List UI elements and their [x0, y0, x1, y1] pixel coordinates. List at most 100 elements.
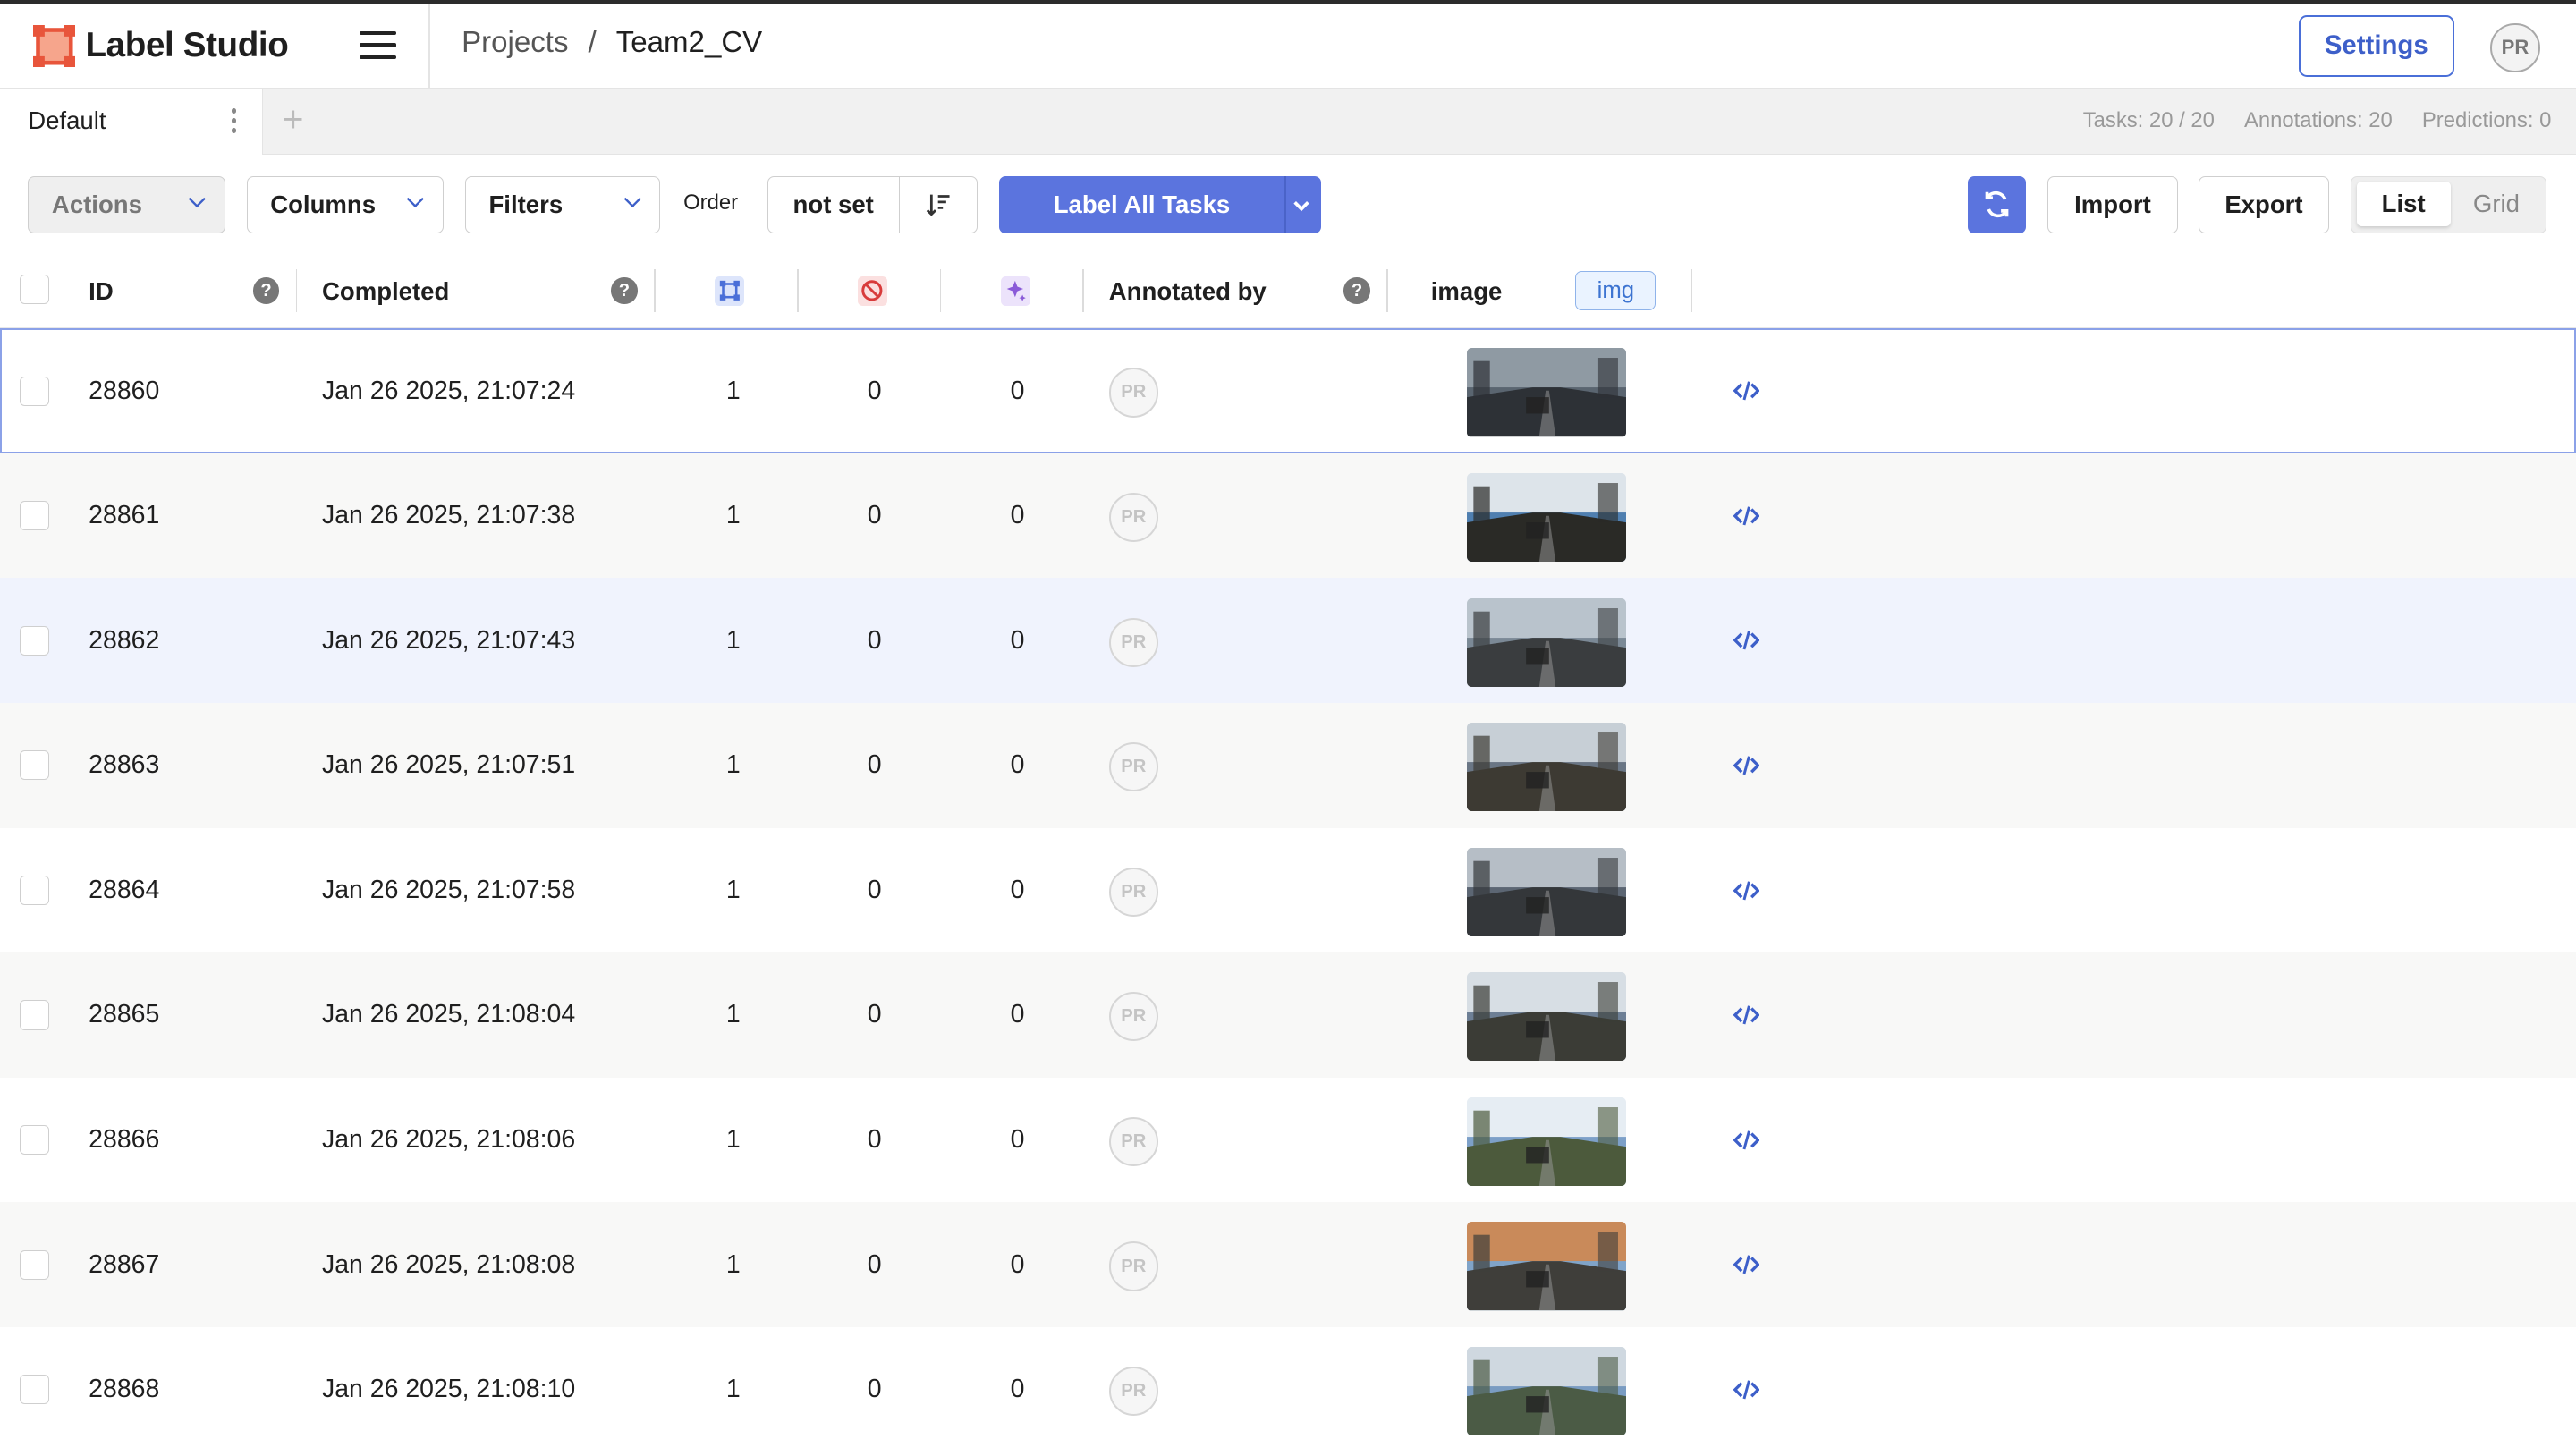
task-image-thumbnail[interactable] — [1467, 348, 1627, 437]
task-image-thumbnail[interactable] — [1467, 472, 1627, 563]
annotator-avatar[interactable]: PR — [1108, 1367, 1158, 1417]
code-icon[interactable] — [1733, 1003, 1760, 1027]
list-view-button[interactable]: List — [2356, 182, 2451, 226]
annotator-avatar[interactable]: PR — [1108, 617, 1158, 667]
task-id: 28861 — [89, 501, 160, 530]
import-button[interactable]: Import — [2046, 175, 2179, 233]
task-image-thumbnail[interactable] — [1467, 1222, 1627, 1311]
column-divider[interactable] — [1082, 269, 1085, 312]
row-checkbox[interactable] — [20, 1375, 50, 1405]
annotator-avatar[interactable]: PR — [1108, 368, 1158, 418]
columns-button[interactable]: Columns — [246, 175, 444, 233]
label-all-tasks-button[interactable]: Label All Tasks — [998, 175, 1321, 233]
task-image-thumbnail[interactable] — [1467, 1096, 1627, 1186]
cancelled-count: 0 — [867, 1375, 882, 1404]
row-checkbox[interactable] — [20, 1125, 50, 1155]
cancelled-icon[interactable] — [857, 275, 887, 306]
column-divider[interactable] — [939, 269, 942, 312]
cancelled-count: 0 — [867, 376, 882, 405]
table-row[interactable]: 28866 Jan 26 2025, 21:08:06 1 0 0 PR — [0, 1078, 2576, 1203]
grid-view-button[interactable]: Grid — [2453, 182, 2539, 226]
task-image-thumbnail[interactable] — [1467, 972, 1627, 1062]
plus-icon[interactable]: + — [283, 98, 304, 140]
table-row[interactable]: 28861 Jan 26 2025, 21:07:38 1 0 0 PR — [0, 453, 2576, 579]
row-checkbox[interactable] — [20, 875, 50, 905]
task-image-thumbnail[interactable] — [1467, 1346, 1627, 1436]
settings-button[interactable]: Settings — [2298, 14, 2455, 78]
task-image-thumbnail[interactable] — [1467, 723, 1627, 812]
chevron-down-icon — [623, 190, 641, 207]
annotator-avatar[interactable]: PR — [1108, 742, 1158, 792]
column-divider[interactable] — [1690, 269, 1692, 312]
annotations-count-icon[interactable] — [714, 275, 744, 306]
filters-button[interactable]: Filters — [464, 175, 661, 233]
cancelled-count: 0 — [867, 501, 882, 530]
predictions-icon[interactable] — [1000, 275, 1030, 306]
task-id: 28862 — [89, 625, 160, 655]
tab-bar: Default + Tasks: 20 / 20 Annotations: 20… — [0, 89, 2576, 155]
column-divider[interactable] — [295, 269, 298, 312]
task-image-thumbnail[interactable] — [1467, 597, 1627, 687]
row-checkbox[interactable] — [20, 750, 50, 781]
breadcrumb-project-name[interactable]: Team2_CV — [616, 26, 762, 60]
sort-direction-icon[interactable] — [900, 177, 977, 233]
code-icon[interactable] — [1733, 1253, 1760, 1276]
column-image[interactable]: image — [1431, 277, 1503, 306]
help-icon[interactable]: ? — [1343, 277, 1370, 304]
annotator-avatar[interactable]: PR — [1108, 867, 1158, 917]
code-icon[interactable] — [1733, 754, 1760, 777]
column-divider[interactable] — [654, 269, 656, 312]
chevron-down-icon[interactable] — [1292, 196, 1311, 216]
row-checkbox[interactable] — [20, 376, 50, 406]
code-icon[interactable] — [1733, 629, 1760, 652]
completed-at: Jan 26 2025, 21:07:38 — [321, 501, 576, 530]
code-icon[interactable] — [1733, 379, 1760, 402]
table-row[interactable]: 28865 Jan 26 2025, 21:08:04 1 0 0 PR — [0, 952, 2576, 1078]
actions-button[interactable]: Actions — [28, 175, 225, 233]
code-icon[interactable] — [1733, 504, 1760, 528]
actions-label: Actions — [51, 190, 142, 218]
cancelled-count: 0 — [867, 1000, 882, 1029]
row-checkbox[interactable] — [20, 1249, 50, 1280]
tab-more-icon[interactable] — [231, 108, 238, 134]
column-divider[interactable] — [796, 269, 799, 312]
row-checkbox[interactable] — [20, 501, 50, 531]
column-annotated-by[interactable]: Annotated by — [1109, 277, 1267, 306]
menu-icon[interactable] — [360, 30, 396, 61]
breadcrumb-projects[interactable]: Projects — [462, 26, 568, 60]
column-completed[interactable]: Completed — [322, 277, 449, 306]
table-row[interactable]: 28863 Jan 26 2025, 21:07:51 1 0 0 PR — [0, 703, 2576, 828]
predictions-count: 0 — [1010, 1000, 1025, 1029]
task-id: 28867 — [89, 1249, 160, 1279]
task-id: 28865 — [89, 1000, 160, 1029]
table-row[interactable]: 28864 Jan 26 2025, 21:07:58 1 0 0 PR — [0, 828, 2576, 953]
select-all-checkbox[interactable] — [20, 274, 50, 304]
annotator-avatar[interactable]: PR — [1108, 1241, 1158, 1291]
column-id[interactable]: ID — [89, 277, 114, 306]
predictions-count: 0 — [1010, 1125, 1025, 1155]
predictions-count: 0 — [1010, 1249, 1025, 1279]
help-icon[interactable]: ? — [611, 277, 638, 304]
annotator-avatar[interactable]: PR — [1108, 492, 1158, 543]
code-icon[interactable] — [1733, 1129, 1760, 1152]
export-button[interactable]: Export — [2198, 175, 2330, 233]
table-row[interactable]: 28868 Jan 26 2025, 21:08:10 1 0 0 PR — [0, 1327, 2576, 1452]
row-checkbox[interactable] — [20, 1000, 50, 1030]
user-avatar[interactable]: PR — [2490, 22, 2540, 72]
table-row[interactable]: 28867 Jan 26 2025, 21:08:08 1 0 0 PR — [0, 1202, 2576, 1327]
logo[interactable]: Label Studio — [32, 24, 289, 68]
annotator-avatar[interactable]: PR — [1108, 1116, 1158, 1166]
order-value-button[interactable]: not set — [768, 176, 900, 233]
refresh-button[interactable] — [1968, 175, 2026, 233]
table-row[interactable]: 28860 Jan 26 2025, 21:07:24 1 0 0 PR — [0, 328, 2576, 453]
help-icon[interactable]: ? — [252, 277, 280, 304]
task-image-thumbnail[interactable] — [1467, 847, 1627, 936]
predictions-count: 0 — [1010, 875, 1025, 904]
row-checkbox[interactable] — [20, 625, 50, 656]
code-icon[interactable] — [1733, 879, 1760, 902]
code-icon[interactable] — [1733, 1378, 1760, 1401]
column-divider[interactable] — [1386, 269, 1388, 312]
annotator-avatar[interactable]: PR — [1108, 992, 1158, 1042]
table-row[interactable]: 28862 Jan 26 2025, 21:07:43 1 0 0 PR — [0, 578, 2576, 704]
tab-default[interactable]: Default — [0, 89, 263, 155]
